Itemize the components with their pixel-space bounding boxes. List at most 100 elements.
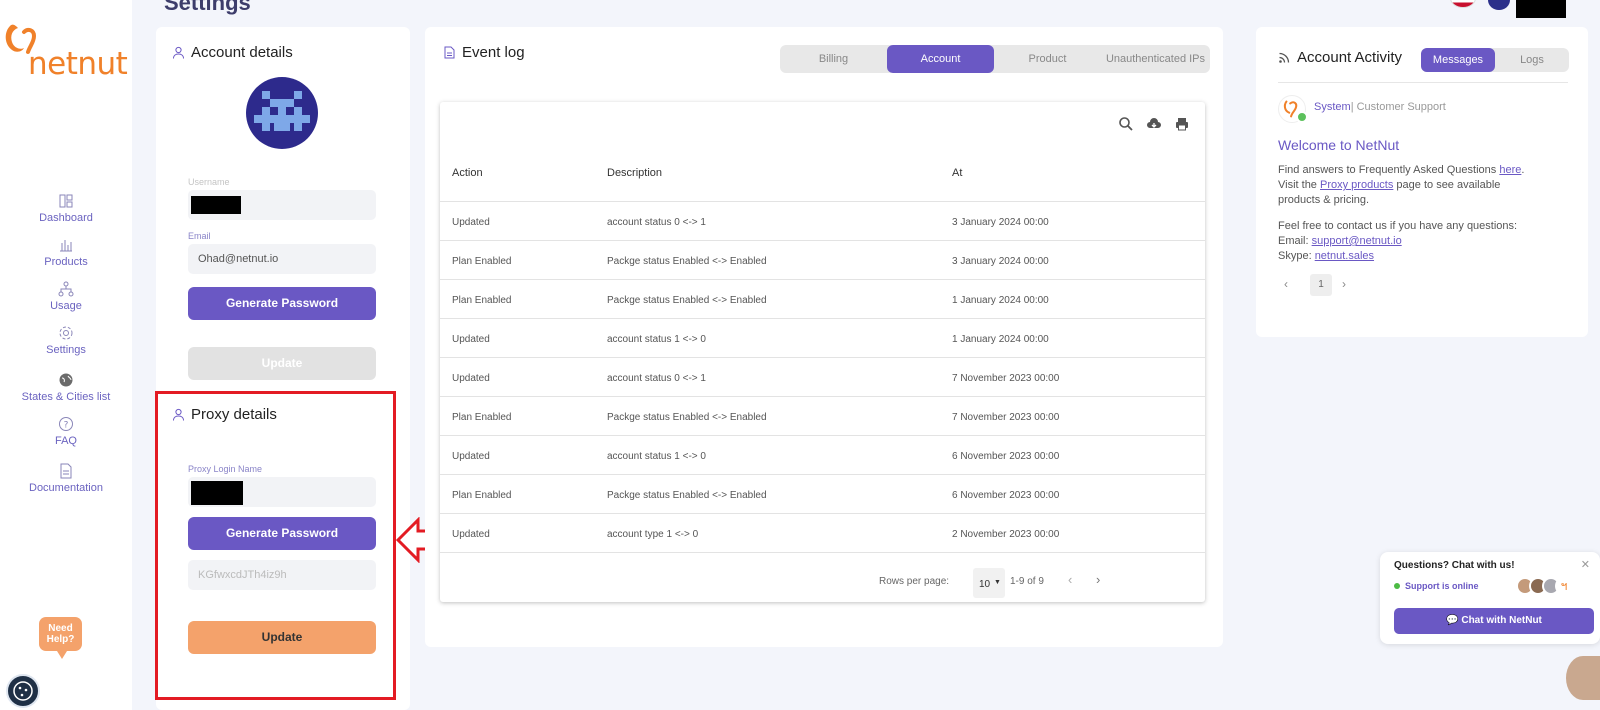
message-text: . (1521, 164, 1525, 176)
sidebar: netnut Dashboard Products Usage Settings… (0, 0, 132, 710)
cell-description: account status 1 <-> 0 (607, 451, 706, 462)
table-row: Plan Enabled Packge status Enabled <-> E… (440, 474, 1205, 514)
sidebar-item-settings[interactable]: Settings (0, 325, 132, 356)
column-header-at[interactable]: At (952, 167, 962, 179)
sidebar-item-faq[interactable]: ? FAQ (0, 416, 132, 447)
skype-link[interactable]: netnut.sales (1315, 250, 1374, 262)
pixel-avatar-icon (254, 91, 310, 131)
sidebar-item-dashboard[interactable]: Dashboard (0, 193, 132, 224)
pagination-range: 1-9 of 9 (1010, 576, 1044, 587)
close-icon[interactable]: ✕ (1581, 558, 1590, 571)
message-text: Visit the (1278, 179, 1320, 191)
page-title: Settings (164, 0, 251, 15)
redacted-username (191, 196, 241, 214)
message-text: Skype: (1278, 250, 1315, 262)
dashboard-icon (58, 193, 74, 209)
agent-chat-avatar[interactable] (1566, 656, 1600, 700)
tab-product[interactable]: Product (994, 45, 1101, 73)
message-text: Email: (1278, 235, 1312, 247)
tab-logs[interactable]: Logs (1495, 48, 1569, 72)
brand-name: netnut (28, 46, 128, 82)
agent-avatars: ฯ (1516, 577, 1573, 595)
sender-role: | Customer Support (1350, 101, 1446, 113)
account-details-heading: Account details (172, 44, 293, 61)
tab-unauthenticated-ips[interactable]: Unauthenticated IPs (1101, 45, 1210, 73)
us-flag-icon[interactable] (1450, 0, 1476, 8)
document-icon (444, 46, 455, 59)
search-icon[interactable] (1118, 116, 1134, 132)
account-activity-card: Account Activity Messages Logs System| C… (1256, 27, 1588, 337)
cell-description: account status 0 <-> 1 (607, 217, 706, 228)
account-update-button[interactable]: Update (188, 347, 376, 380)
caret-down-icon: ▼ (994, 579, 1001, 586)
sidebar-item-documentation[interactable]: Documentation (0, 463, 132, 494)
tab-messages[interactable]: Messages (1421, 48, 1495, 72)
user-avatar[interactable] (1488, 0, 1510, 10)
cell-at: 6 November 2023 00:00 (952, 451, 1060, 462)
cell-action: Updated (452, 373, 490, 384)
cell-action: Plan Enabled (452, 412, 512, 423)
cloud-download-icon[interactable] (1146, 116, 1162, 132)
chat-title: Questions? Chat with us! (1394, 560, 1515, 571)
message-sender: System| Customer Support (1314, 101, 1446, 113)
rows-per-page-select[interactable]: 10 ▼ (973, 568, 1005, 598)
account-activity-title: Account Activity (1297, 49, 1403, 66)
netnut-avatar: ฯ (1555, 577, 1573, 595)
email-field[interactable]: Ohad@netnut.io (188, 244, 376, 274)
table-row: Updated account status 0 <-> 1 7 Novembe… (440, 357, 1205, 397)
cell-description: Packge status Enabled <-> Enabled (607, 412, 767, 423)
cell-action: Updated (452, 451, 490, 462)
cookie-settings-button[interactable] (6, 674, 40, 708)
faq-link[interactable]: here (1499, 164, 1521, 176)
page-number[interactable]: 1 (1310, 274, 1332, 296)
netnut-logo[interactable]: netnut (0, 22, 132, 82)
event-log-tabs: Billing Account Product Unauthenticated … (780, 45, 1210, 73)
support-email-link[interactable]: support@netnut.io (1312, 235, 1402, 247)
table-row: Plan Enabled Packge status Enabled <-> E… (440, 279, 1205, 319)
cell-description: Packge status Enabled <-> Enabled (607, 490, 767, 501)
sidebar-item-label: FAQ (54, 435, 77, 447)
table-toolbar (1118, 116, 1190, 132)
message-line: Feel free to contact us if you have any … (1278, 220, 1518, 232)
account-activity-heading: Account Activity (1278, 49, 1402, 66)
chat-with-netnut-button[interactable]: 💬 Chat with NetNut (1394, 608, 1594, 634)
document-icon (58, 463, 74, 479)
print-icon[interactable] (1174, 116, 1190, 132)
cell-at: 6 November 2023 00:00 (952, 490, 1060, 501)
globe-icon (58, 372, 74, 388)
message-line: Email: support@netnut.io (1278, 234, 1402, 249)
next-page-chevron-icon[interactable]: › (1342, 277, 1346, 291)
message-text: page to see available (1393, 179, 1501, 191)
chat-bubble-icon: 💬 (1446, 615, 1459, 626)
need-help-button[interactable]: Need Help? (39, 617, 82, 659)
tab-account[interactable]: Account (887, 45, 994, 73)
generate-password-button[interactable]: Generate Password (188, 287, 376, 320)
sidebar-item-usage[interactable]: Usage (0, 281, 132, 312)
message-line: Find answers to Frequently Asked Questio… (1278, 163, 1524, 178)
cell-at: 1 January 2024 00:00 (952, 334, 1049, 345)
tab-billing[interactable]: Billing (780, 45, 887, 73)
sidebar-item-label: States & Cities list (21, 391, 111, 403)
next-page-chevron-icon[interactable]: › (1096, 572, 1100, 587)
username-field[interactable] (188, 190, 376, 220)
cell-at: 7 November 2023 00:00 (952, 412, 1060, 423)
prev-page-chevron-icon[interactable]: ‹ (1284, 277, 1288, 291)
prev-page-chevron-icon[interactable]: ‹ (1068, 572, 1072, 587)
message-line: products & pricing. (1278, 194, 1370, 206)
column-header-action[interactable]: Action (452, 167, 483, 179)
table-row: Plan Enabled Packge status Enabled <-> E… (440, 240, 1205, 280)
message-text: Find answers to Frequently Asked Questio… (1278, 164, 1500, 176)
cell-action: Updated (452, 217, 490, 228)
column-header-description[interactable]: Description (607, 167, 662, 179)
proxy-products-link[interactable]: Proxy products (1320, 179, 1393, 191)
sidebar-item-products[interactable]: Products (0, 237, 132, 268)
activity-tabs: Messages Logs (1421, 48, 1569, 72)
cell-action: Updated (452, 334, 490, 345)
cell-action: Updated (452, 529, 490, 540)
chat-widget: Questions? Chat with us! ✕ Support is on… (1380, 552, 1600, 644)
table-row: Updated account type 1 <-> 0 2 November … (440, 513, 1205, 553)
cell-description: account type 1 <-> 0 (607, 529, 699, 540)
sidebar-item-states-cities[interactable]: States & Cities list (0, 372, 132, 403)
sender-name: System (1314, 101, 1351, 113)
table-footer-divider (440, 552, 1205, 553)
